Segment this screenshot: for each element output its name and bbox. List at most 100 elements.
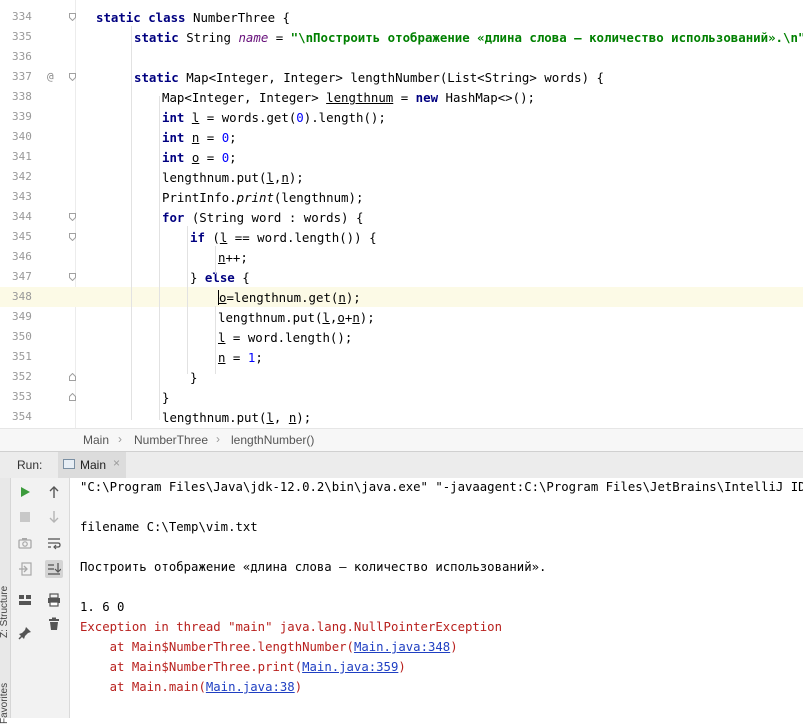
code-text: l = word.length(); (218, 330, 352, 345)
code-text: n = 1; (218, 350, 263, 365)
fold-open-icon[interactable] (69, 213, 76, 221)
code-text: Map<Integer, Integer> lengthnum = new Ha… (162, 90, 535, 105)
code-token: String (186, 30, 239, 45)
rerun-icon[interactable] (16, 483, 34, 501)
code-line[interactable]: 337 @ static Map<Integer, Integer> lengthN… (0, 67, 803, 87)
line-number: 349 (12, 310, 32, 323)
code-line[interactable]: 352} (0, 367, 803, 387)
code-token: l (266, 410, 274, 425)
fold-open-icon[interactable] (69, 73, 76, 81)
code-line-current[interactable]: 348 o=lengthnum.get(n); (0, 287, 803, 307)
code-line[interactable]: 350 l = word.length(); (0, 327, 803, 347)
code-line[interactable]: 347} else { (0, 267, 803, 287)
fold-close-icon[interactable] (69, 393, 76, 401)
code-token: static (134, 70, 187, 85)
code-line[interactable]: 338 Map<Integer, Integer> lengthnum = new… (0, 87, 803, 107)
line-number: 346 (12, 250, 32, 263)
stacktrace-link[interactable]: Main.java:38 (206, 680, 295, 694)
stacktrace-link[interactable]: Main.java:359 (302, 660, 398, 674)
code-line[interactable]: 354 lengthnum.put(l, n); (0, 407, 803, 427)
tab-main-label: Main (80, 458, 107, 472)
down-arrow-icon[interactable] (45, 508, 63, 526)
dump-threads-icon[interactable] (16, 534, 34, 552)
code-line[interactable]: 339 int l = words.get(0).length(); (0, 107, 803, 127)
code-text: } else { (190, 270, 250, 285)
code-token: lengthnum (326, 90, 394, 105)
code-token: ; (229, 150, 237, 165)
code-line[interactable]: 335 static String name = "\nПостроить ото… (0, 27, 803, 47)
code-line[interactable]: 345 if (l == word.length()) { (0, 227, 803, 247)
breadcrumb-separator: › (118, 432, 122, 446)
console-error-line: Exception in thread "main" java.lang.Nul… (80, 620, 502, 634)
scroll-to-end-icon[interactable] (45, 560, 63, 578)
fold-open-icon[interactable] (69, 273, 76, 281)
code-token: =lengthnum.get( (226, 290, 339, 305)
indent-guide (131, 26, 132, 420)
code-text: if (l == word.length()) { (190, 230, 377, 245)
line-number: 345 (12, 230, 32, 243)
line-number: 337 (12, 70, 32, 83)
code-editor[interactable]: 334 static class NumberThree {335 static S… (0, 0, 803, 428)
line-number: 352 (12, 370, 32, 383)
tab-main[interactable]: Main × (58, 452, 126, 478)
console-text: Exception in thread "main" java.lang.Nul… (80, 620, 502, 634)
code-token: HashMap<>(); (445, 90, 536, 105)
code-token: ; (255, 350, 263, 365)
breadcrumb-item-lengthnumber[interactable]: lengthNumber() (231, 433, 314, 447)
code-line[interactable]: 351 n = 1; (0, 347, 803, 367)
soft-wrap-icon[interactable] (45, 534, 63, 552)
restore-layout-icon[interactable] (16, 591, 34, 609)
up-arrow-icon[interactable] (45, 483, 63, 501)
code-line[interactable]: 349 lengthnum.put(l,o+n); (0, 307, 803, 327)
code-token: ++; (225, 250, 248, 265)
console-error-line: at Main$NumberThree.lengthNumber(Main.ja… (80, 640, 458, 654)
exit-icon[interactable] (16, 560, 34, 578)
run-label: Run: (17, 458, 43, 472)
console-line: "C:\Program Files\Java\jdk-12.0.2\bin\ja… (80, 480, 803, 494)
code-line[interactable]: 334 static class NumberThree { (0, 7, 803, 27)
line-number: 336 (12, 50, 32, 63)
fold-close-icon[interactable] (69, 373, 76, 381)
line-number: 340 (12, 130, 32, 143)
code-token: name (238, 30, 269, 45)
code-line[interactable]: 343 PrintInfo.print(lengthnum); (0, 187, 803, 207)
code-line[interactable]: 342 lengthnum.put(l,n); (0, 167, 803, 187)
code-token: o (337, 310, 345, 325)
run-tool-window-header: Run: Main × (0, 451, 803, 479)
stacktrace-link[interactable]: Main.java:348 (354, 640, 450, 654)
override-marker-icon[interactable]: @ (47, 70, 61, 83)
side-tool-strip: Z: Structure Favorites (0, 478, 11, 724)
run-console-output[interactable]: "C:\Program Files\Java\jdk-12.0.2\bin\ja… (70, 478, 803, 718)
line-number: 344 (12, 210, 32, 223)
line-number: 341 (12, 150, 32, 163)
line-number: 353 (12, 390, 32, 403)
code-line[interactable]: 353} (0, 387, 803, 407)
code-line[interactable]: 341 int o = 0; (0, 147, 803, 167)
indent-guide (215, 246, 216, 274)
console-text: at Main$NumberThree.print( (80, 660, 303, 674)
code-line[interactable]: 336 (0, 47, 803, 67)
breadcrumb-item-main[interactable]: Main (83, 433, 109, 447)
clear-all-icon[interactable] (45, 615, 63, 633)
code-text: lengthnum.put(l,n); (162, 170, 304, 185)
code-line[interactable]: 346 n++; (0, 247, 803, 267)
code-token: Map<Integer, Integer> lengthNumber(List<… (186, 70, 604, 85)
console-text: at Main.main( (80, 680, 206, 694)
fold-open-icon[interactable] (69, 233, 76, 241)
code-text: o=lengthnum.get(n); (218, 290, 361, 305)
console-error-line: at Main$NumberThree.print(Main.java:359) (80, 660, 406, 674)
breadcrumb-item-numberthree[interactable]: NumberThree (134, 433, 208, 447)
structure-tool-tab[interactable]: Z: Structure (0, 586, 10, 638)
print-icon[interactable] (45, 591, 63, 609)
code-line[interactable]: 344 for (String word : words) { (0, 207, 803, 227)
code-line[interactable]: 340 int n = 0; (0, 127, 803, 147)
close-icon[interactable]: × (113, 456, 120, 470)
fold-open-icon[interactable] (69, 13, 76, 21)
line-number: 343 (12, 190, 32, 203)
code-text: } (190, 370, 197, 385)
stop-icon[interactable] (16, 508, 34, 526)
code-token: = words.get( (199, 110, 297, 125)
code-token: ; (229, 130, 237, 145)
console-text: "C:\Program Files\Java\jdk-12.0.2\bin\ja… (80, 480, 803, 494)
pin-icon[interactable] (16, 624, 34, 642)
